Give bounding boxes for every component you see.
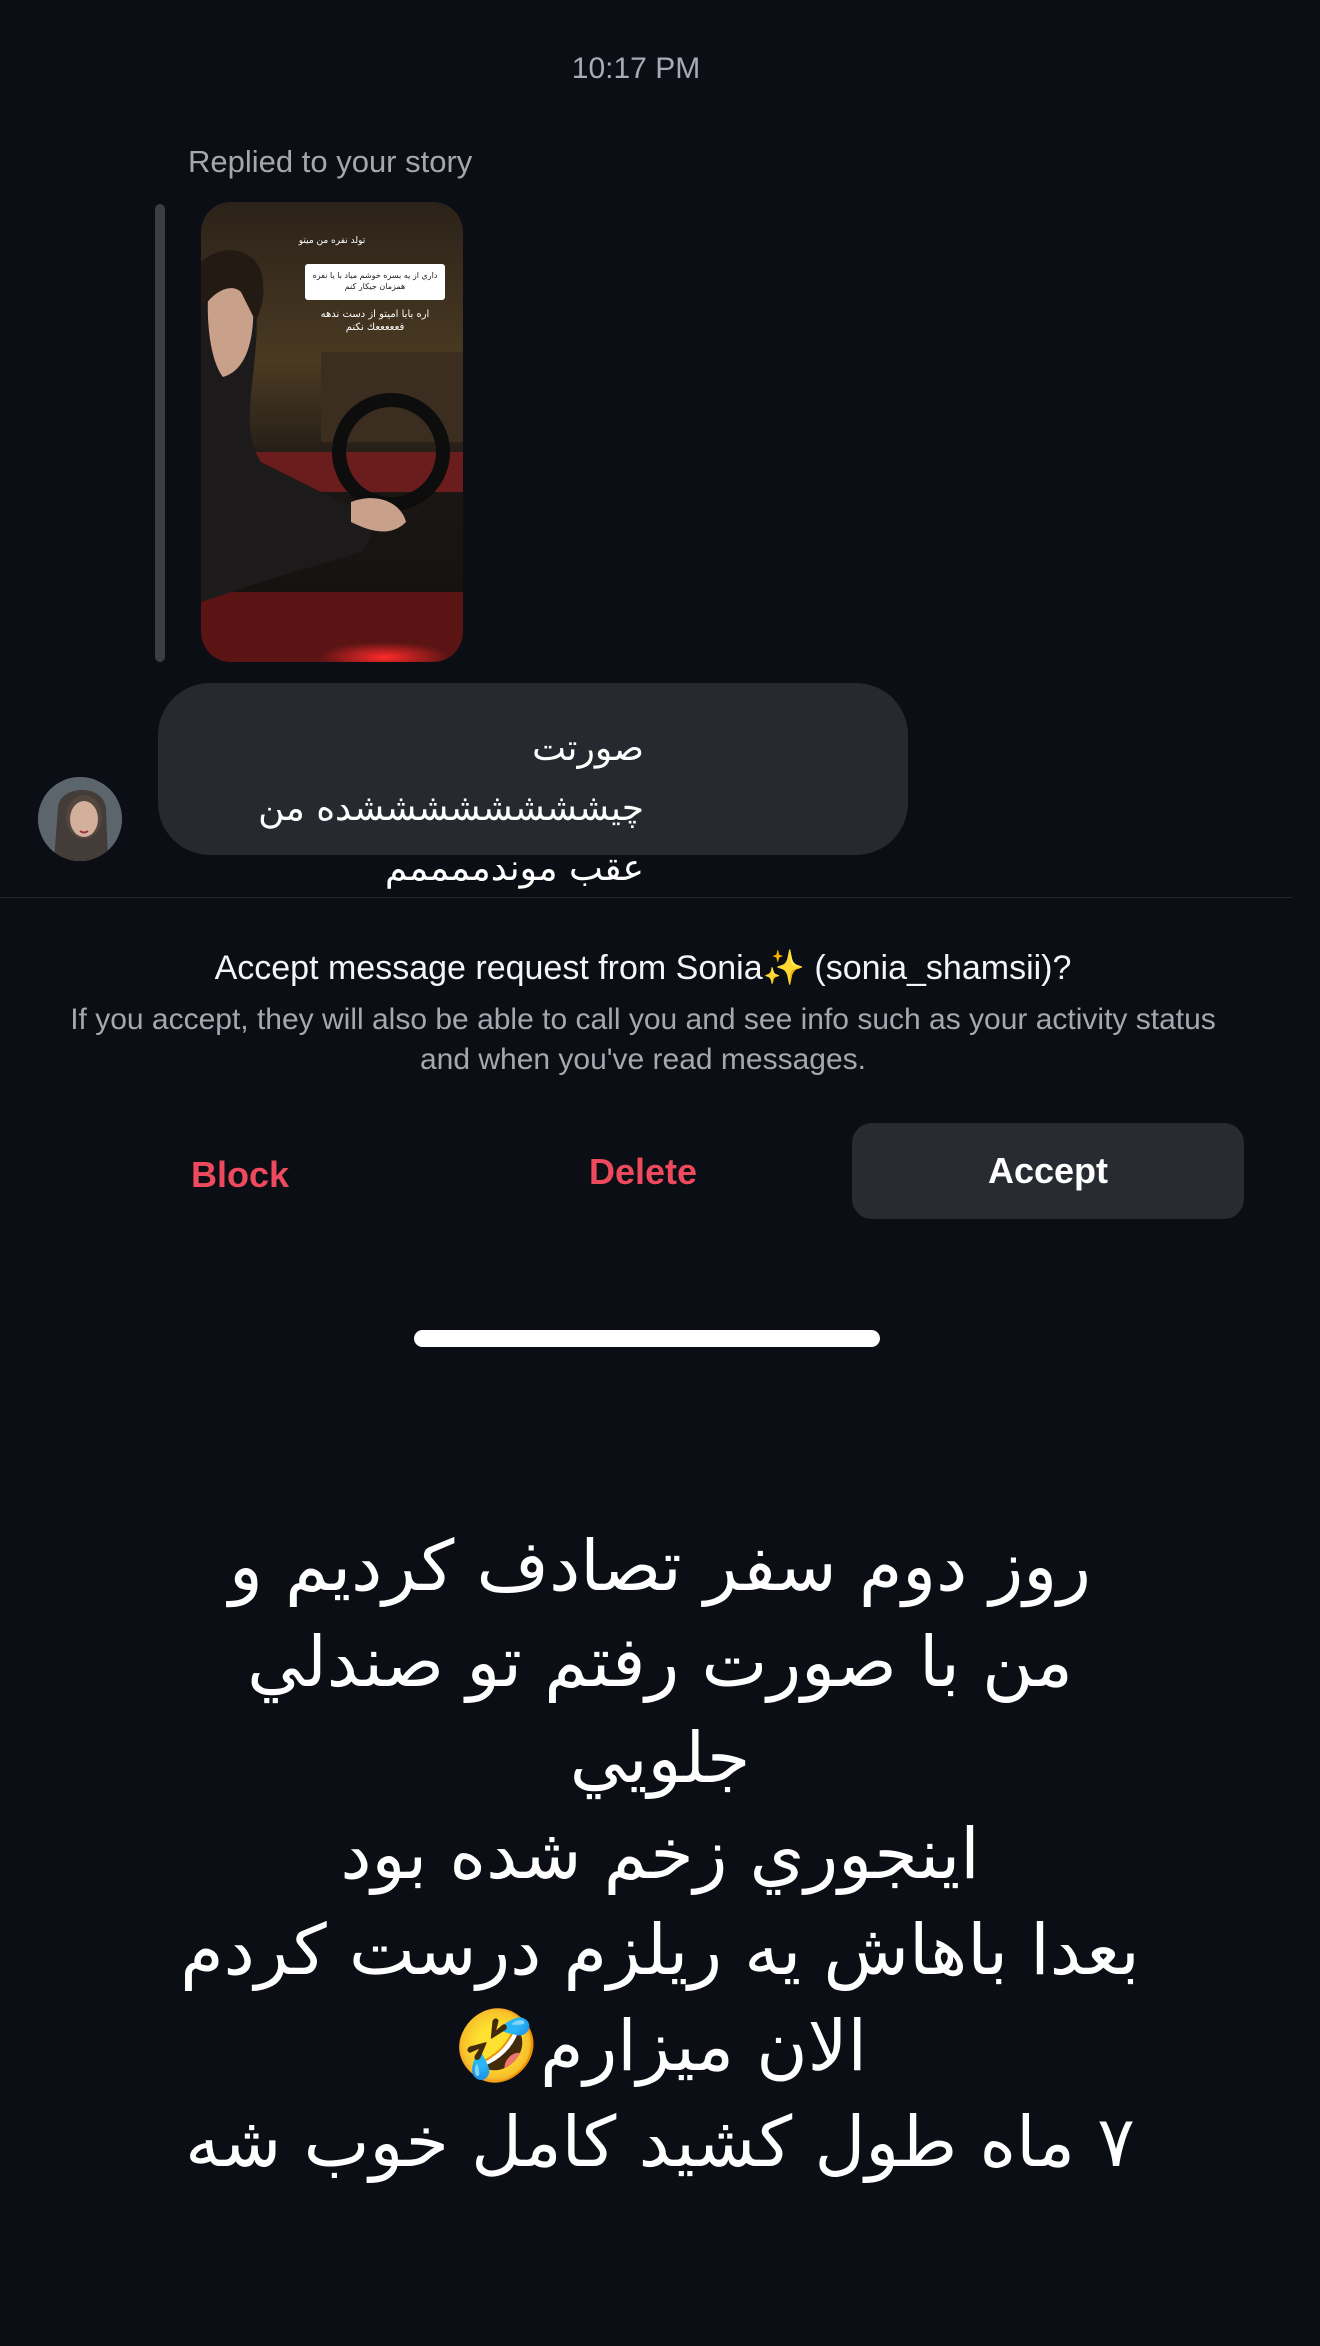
avatar-image <box>38 777 122 861</box>
caption-line: جلويي <box>569 1717 751 1799</box>
caption-line: ۷ ماه طول كشيد كامل خوب شه <box>185 2101 1135 2183</box>
caption-line: اينجوري زخم شده بود <box>340 1813 980 1895</box>
sender-avatar[interactable] <box>38 777 122 861</box>
reply-quote-bar <box>155 204 165 662</box>
block-button[interactable]: Block <box>140 1154 340 1196</box>
story-question-card: داري از يه بسره خوشم مياد با يا نفره همز… <box>305 264 445 300</box>
message-request-description: If you accept, they will also be able to… <box>70 1003 1216 1076</box>
replied-to-story-label: Replied to your story <box>188 144 473 179</box>
divider <box>0 897 1292 898</box>
overlay-caption: روز دوم سفر تصادف كرديم و من با صورت رفت… <box>60 1518 1260 2190</box>
story-header-text: تولد نفره من ميتو <box>298 236 366 246</box>
home-indicator[interactable] <box>414 1330 880 1347</box>
caption-line: بعدا باهاش يه ريلزم درست كردم <box>180 1909 1140 1991</box>
story-answer-text: اره بابا اميتو از دست ندهه فعععععك نكنم <box>320 309 430 333</box>
message-text: صورتت چيششششششششده من عقب موندممممم <box>258 728 644 889</box>
caption-line: من با صورت رفتم تو صندلي <box>247 1621 1073 1703</box>
caption-line: روز دوم سفر تصادف كرديم و <box>229 1525 1091 1607</box>
caption-line: الان ميزارم🤣 <box>452 2005 868 2087</box>
delete-button[interactable]: Delete <box>543 1151 743 1193</box>
message-bubble[interactable]: صورتت چيششششششششده من عقب موندممممم <box>158 683 908 889</box>
accept-button[interactable]: Accept <box>852 1123 1244 1219</box>
message-request-title: Accept message request from Sonia✨ (soni… <box>214 949 1072 987</box>
message-timestamp: 10:17 PM <box>571 52 701 85</box>
story-thumbnail[interactable]: تولد نفره من ميتو داري از يه بسره خوشم م… <box>201 202 463 662</box>
